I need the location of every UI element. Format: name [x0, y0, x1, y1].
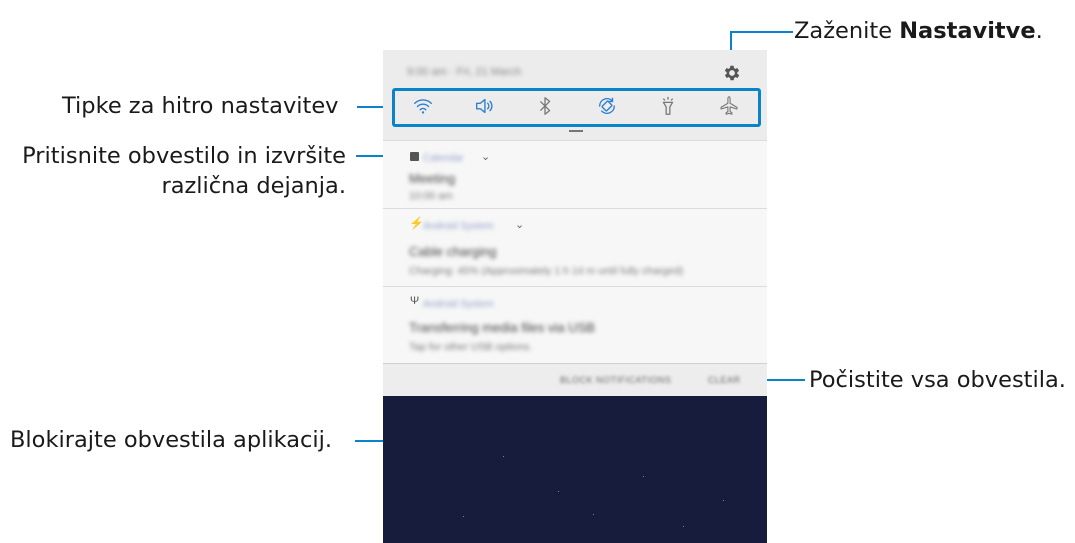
quick-settings-highlight [392, 88, 761, 127]
usb-icon: Ψ [410, 295, 420, 307]
settings-leader-line [730, 31, 793, 33]
wallpaper [383, 396, 767, 543]
wallpaper-star [593, 514, 594, 515]
notification-subtitle: Charging: 45% (Approximately 1 h 14 m un… [409, 265, 684, 277]
wallpaper-star [643, 476, 644, 477]
notification-title: Cable charging [409, 244, 497, 259]
notification-app-name: Calendar [423, 153, 464, 164]
notification-card[interactable]: Ψ Android System Transferring media file… [383, 286, 767, 364]
block-notifications-button[interactable]: BLOCK NOTIFICATIONS [560, 375, 671, 385]
settings-callout-suffix: . [1035, 18, 1043, 44]
clear-button[interactable]: CLEAR [708, 375, 741, 385]
notification-card[interactable]: ⚡ Android System ⌄ Cable charging Chargi… [383, 208, 767, 286]
notification-callout: Pritisnite obvestilo in izvršite različn… [10, 141, 346, 201]
quick-settings-callout: Tipke za hitro nastavitev [62, 93, 339, 119]
chevron-down-icon[interactable]: ⌄ [481, 150, 490, 163]
settings-callout: Zaženite Nastavitve. [794, 16, 1043, 46]
notification-actions-bar: BLOCK NOTIFICATIONS CLEAR [383, 363, 767, 397]
notification-subtitle: Tap for other USB options. [409, 341, 533, 353]
settings-callout-bold: Nastavitve [899, 18, 1036, 44]
charging-icon: ⚡ [409, 216, 424, 230]
notification-title: Meeting [409, 171, 456, 186]
notification-callout-line1: Pritisnite obvestilo in izvršite [22, 143, 346, 169]
chevron-down-icon[interactable]: ⌄ [515, 218, 524, 231]
notification-app-name: Android System [423, 299, 494, 310]
notification-title: Transferring media files via USB [409, 320, 595, 335]
notification-subtitle: 10:00 am [409, 190, 453, 202]
notification-card[interactable]: Calendar ⌄ Meeting 10:00 am [383, 140, 767, 208]
wallpaper-star [463, 516, 464, 517]
status-bar-text: 9:00 am · Fri, 21 March [407, 66, 522, 78]
calendar-icon [410, 152, 419, 161]
settings-callout-prefix: Zaženite [794, 18, 900, 44]
wallpaper-star [683, 526, 684, 527]
block-callout: Blokirajte obvestila aplikacij. [10, 427, 333, 453]
wallpaper-star [723, 500, 724, 501]
notification-app-name: Android System [423, 221, 494, 232]
wallpaper-star [558, 491, 559, 492]
notification-callout-line2: različna dejanja. [161, 173, 346, 199]
panel-drag-handle[interactable] [569, 130, 583, 132]
clear-callout: Počistite vsa obvestila. [809, 367, 1066, 393]
wallpaper-star [503, 456, 504, 457]
gear-icon[interactable] [722, 63, 742, 83]
